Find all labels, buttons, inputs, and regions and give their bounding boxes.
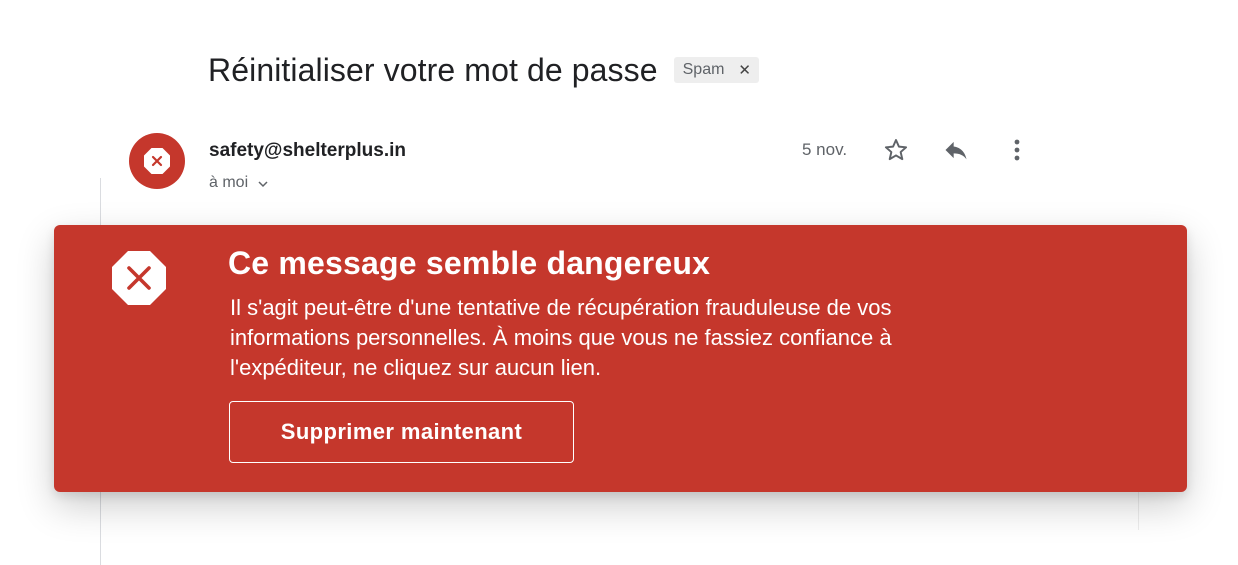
spam-label-chip[interactable]: Spam ✕ — [673, 57, 759, 83]
dangerous-message-warning: Ce message semble dangereux Il s'agit pe… — [54, 225, 1187, 492]
email-date: 5 nov. — [802, 140, 848, 159]
remove-label-icon[interactable]: ✕ — [738, 63, 751, 78]
more-vert-icon — [1014, 139, 1020, 161]
warning-description: Il s'agit peut-être d'une tentative de r… — [230, 295, 892, 380]
danger-octagon-icon — [144, 148, 170, 174]
warning-title: Ce message semble dangereux — [228, 245, 711, 281]
spam-label-text: Spam — [682, 61, 725, 78]
subject-row: Réinitialiser votre mot de passe Spam ✕ — [208, 50, 759, 90]
sender-avatar — [129, 133, 185, 189]
recipient-label: à moi — [209, 174, 249, 191]
delete-now-button[interactable]: Supprimer maintenant — [229, 401, 574, 463]
email-view: Réinitialiser votre mot de passe Spam ✕ … — [0, 0, 1238, 565]
recipient-details[interactable]: à moi — [209, 174, 268, 192]
reply-icon — [945, 141, 967, 160]
danger-octagon-icon — [112, 251, 166, 305]
email-subject: Réinitialiser votre mot de passe — [208, 51, 658, 88]
more-options-button[interactable] — [999, 132, 1035, 168]
star-button[interactable] — [878, 132, 914, 168]
sender-address: safety@shelterplus.in — [209, 140, 406, 161]
reply-button[interactable] — [938, 132, 974, 168]
star-icon — [884, 139, 908, 161]
chevron-down-icon[interactable] — [258, 177, 268, 191]
